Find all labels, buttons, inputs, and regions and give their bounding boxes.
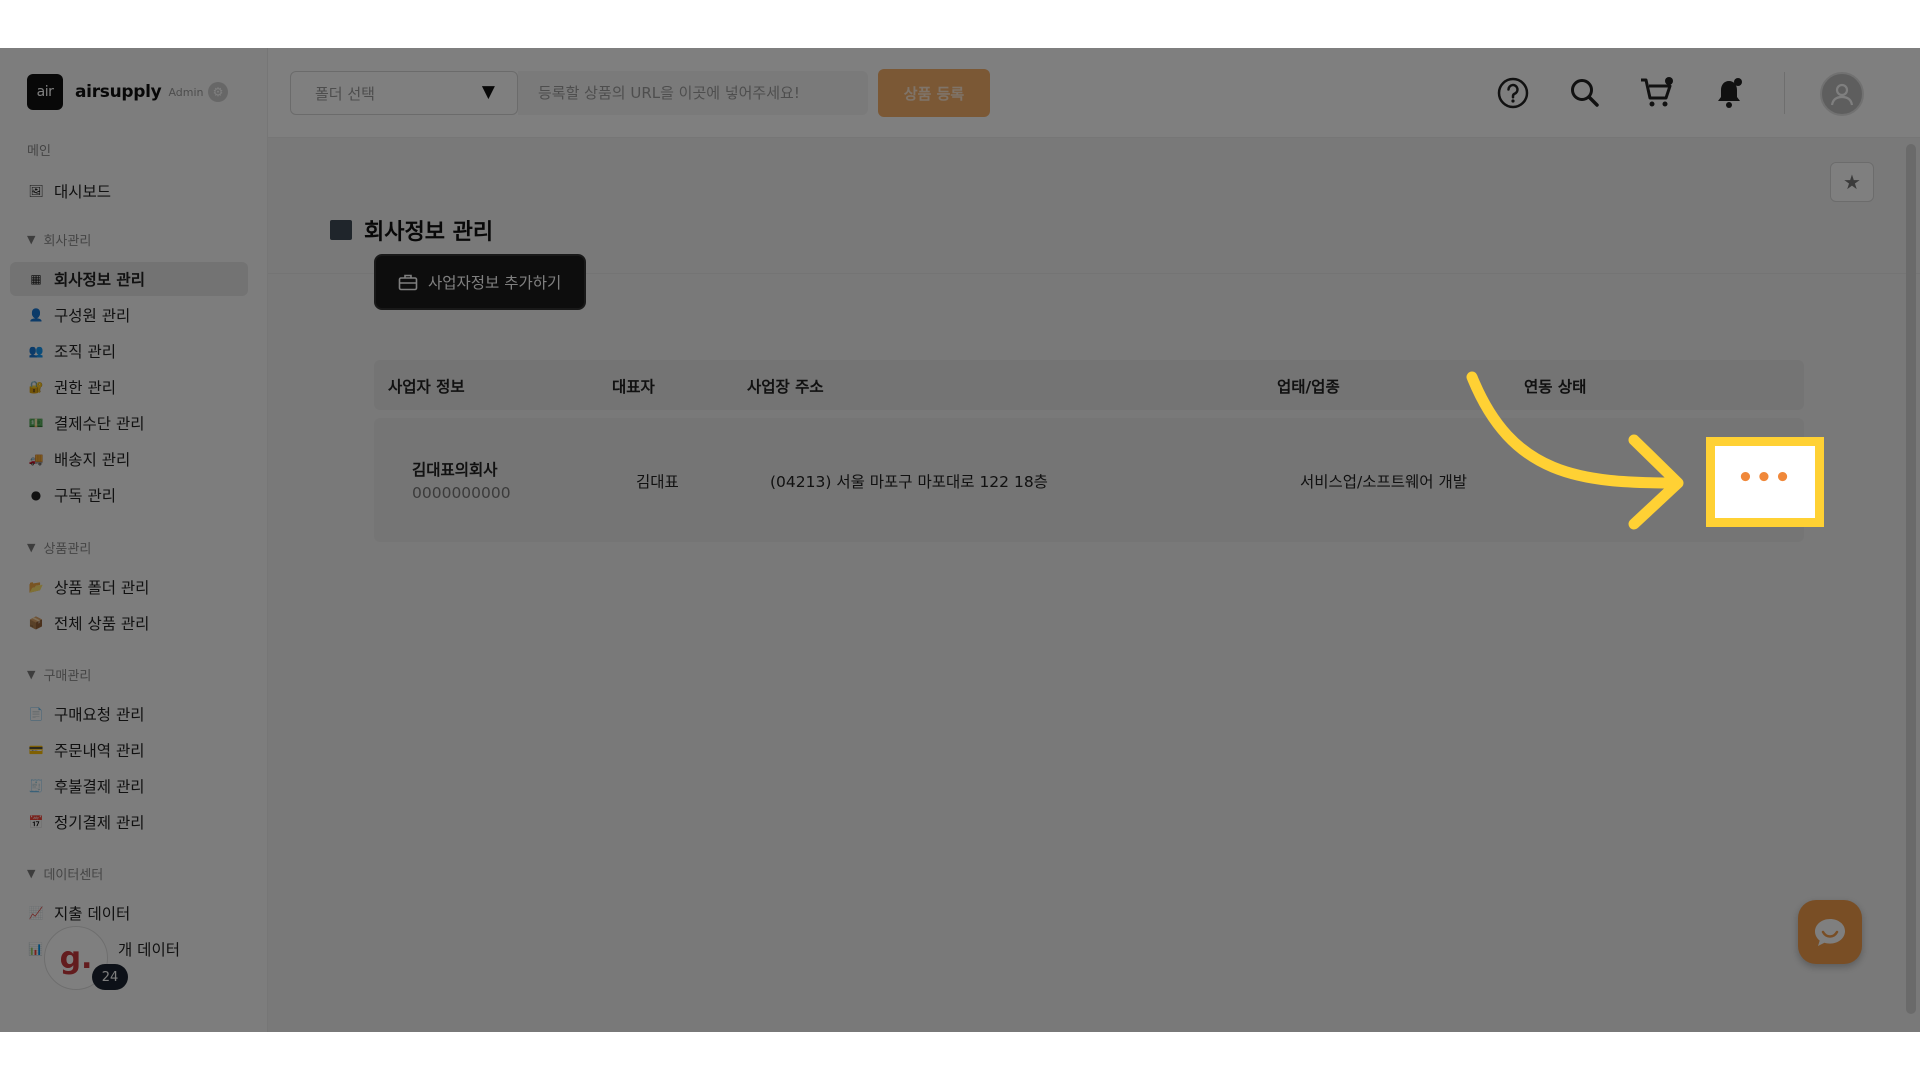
more-options-icon: ••• [1737,463,1793,493]
screen: air airsupply Admin ⚙ 메인 🖼 대시보드 ▼ 회사관리 ▦… [0,48,1920,1032]
more-options-button[interactable]: ••• [1706,437,1824,527]
pointer-arrow [1466,371,1684,530]
